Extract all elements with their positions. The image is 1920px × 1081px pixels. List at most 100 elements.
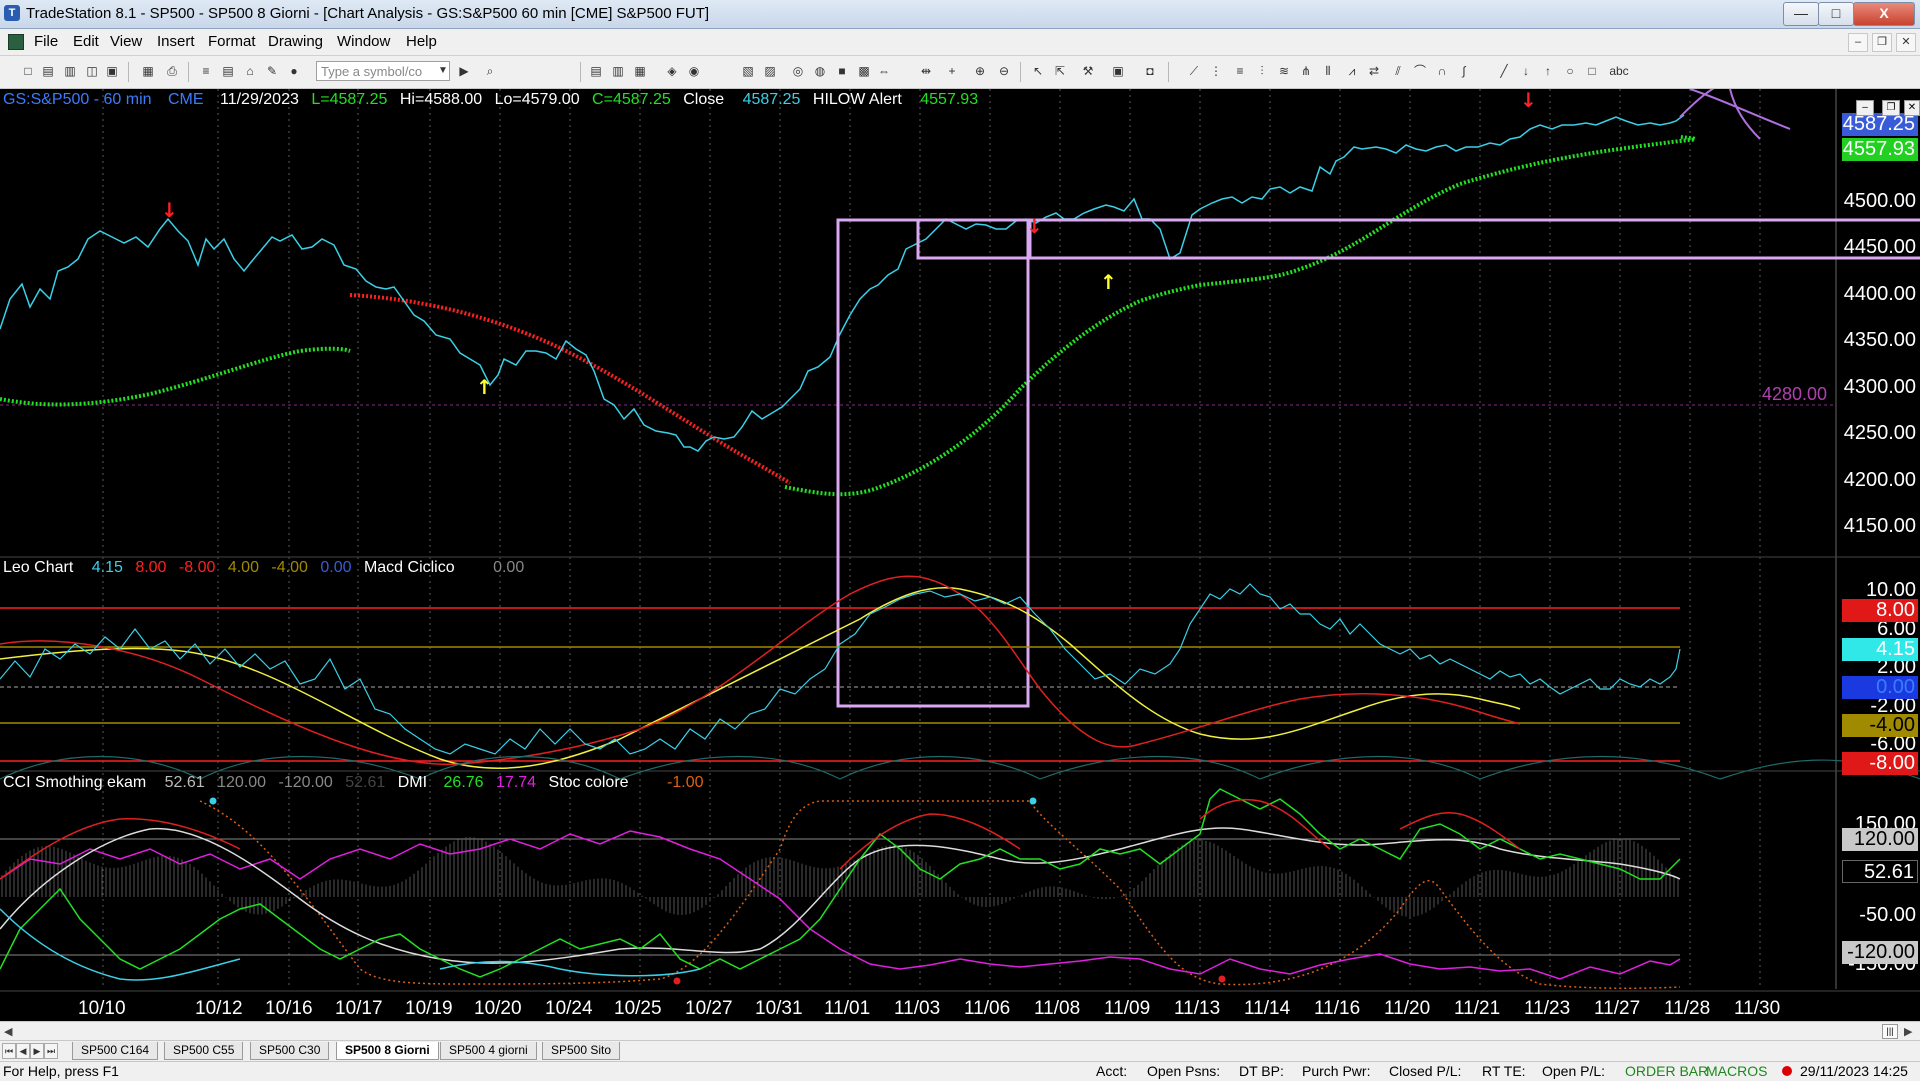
channel-icon[interactable]: ⫶: [1254, 63, 1270, 79]
print-icon[interactable]: ⎙: [164, 63, 180, 79]
maximize-button[interactable]: □: [1818, 2, 1854, 26]
pane-close-icon[interactable]: ✕: [1904, 100, 1920, 116]
ellipse-icon[interactable]: ○: [1562, 63, 1578, 79]
expand-icon[interactable]: ⇹: [918, 63, 934, 79]
tab-sp500-sito[interactable]: SP500 Sito: [542, 1042, 621, 1060]
menu-edit[interactable]: Edit: [73, 33, 99, 50]
indicator-icon[interactable]: ▩: [856, 63, 872, 79]
pane-max-icon[interactable]: ❐: [1882, 100, 1900, 116]
cycle-icon[interactable]: ∩: [1434, 63, 1450, 79]
draw-icon[interactable]: ✎: [264, 63, 280, 79]
tab-first-icon[interactable]: ⏮: [2, 1043, 16, 1059]
tradestation-app-icon[interactable]: T: [4, 5, 20, 21]
minimize-button[interactable]: —: [1783, 2, 1819, 26]
news-icon[interactable]: ▧: [740, 63, 756, 79]
order-bar-button[interactable]: ORDER BAR: [1625, 1063, 1708, 1079]
options-icon[interactable]: ◉: [686, 63, 702, 79]
mdi-restore-button[interactable]: ❐: [1872, 33, 1892, 52]
settings-icon[interactable]: ◘: [1142, 63, 1158, 79]
order-icon[interactable]: ◍: [812, 63, 828, 79]
speedline-icon[interactable]: ⫴: [1320, 63, 1336, 79]
symbol-lookup-icon[interactable]: ⌕: [482, 63, 498, 79]
tab-sp500-c30[interactable]: SP500 C30: [250, 1042, 330, 1060]
line-icon[interactable]: ╱: [1496, 63, 1512, 79]
vertical-lines-icon[interactable]: ⋮: [1208, 63, 1224, 79]
cursor-select-icon[interactable]: ⇱: [1052, 63, 1068, 79]
menu-drawing[interactable]: Drawing: [268, 33, 323, 50]
price-series-line: [0, 114, 1685, 452]
menu-format[interactable]: Format: [208, 33, 256, 50]
arrow-up-icon[interactable]: ↑: [1540, 63, 1556, 79]
mdi-close-button[interactable]: ✕: [1896, 33, 1916, 52]
fibonacci-icon[interactable]: ≋: [1276, 63, 1292, 79]
data-window-icon[interactable]: ▣: [1110, 63, 1126, 79]
zoom-out-icon[interactable]: ⊖: [996, 63, 1012, 79]
mdi-minimize-button[interactable]: –: [1848, 33, 1868, 52]
leo-red-line: [0, 575, 1521, 766]
tab-sp500-4-giorni[interactable]: SP500 4 giorni: [440, 1042, 537, 1060]
zoom-in-magnifier-icon[interactable]: ⊕: [972, 63, 988, 79]
hilow-alert-value: 4557.93: [920, 91, 979, 108]
pointer-icon[interactable]: ↖: [1030, 63, 1046, 79]
menu-help[interactable]: Help: [406, 33, 437, 50]
color-icon[interactable]: ●: [286, 63, 302, 79]
status-open-pl: Open P/L:: [1542, 1063, 1606, 1079]
pane-restore-icon[interactable]: –: [1856, 100, 1874, 116]
tab-sp500-c55[interactable]: SP500 C55: [164, 1042, 244, 1060]
tab-sp500-c164[interactable]: SP500 C164: [72, 1042, 159, 1060]
print-preview-icon[interactable]: ▦: [140, 63, 156, 79]
tab-next-icon[interactable]: ▶: [30, 1043, 44, 1059]
open-workspace-icon[interactable]: ▥: [62, 63, 78, 79]
bars-icon[interactable]: ■: [834, 63, 850, 79]
symbol-dropdown-icon[interactable]: ▼: [436, 61, 450, 81]
tab-prev-icon[interactable]: ◀: [16, 1043, 30, 1059]
scroll-right-icon[interactable]: ▶: [1904, 1025, 1912, 1038]
strategy-icon[interactable]: ◎: [790, 63, 806, 79]
quote-icon[interactable]: ▨: [762, 63, 778, 79]
arc-icon[interactable]: ⌒: [1412, 63, 1428, 79]
lock-icon[interactable]: ⌂: [242, 63, 258, 79]
andrews-pitchfork-icon[interactable]: ⋔: [1298, 63, 1314, 79]
chart-window-icon[interactable]: [8, 34, 24, 50]
menu-view[interactable]: View: [110, 33, 142, 50]
close-button[interactable]: X: [1853, 2, 1915, 26]
chart-icon[interactable]: ▤: [588, 63, 604, 79]
open-icon[interactable]: ▤: [40, 63, 56, 79]
tab-last-icon[interactable]: ⏭: [44, 1043, 58, 1059]
save-icon[interactable]: ▣: [104, 63, 120, 79]
trendline-icon[interactable]: ⟋: [1186, 63, 1202, 79]
matrix-icon[interactable]: ▦: [632, 63, 648, 79]
scanner-icon[interactable]: ◈: [664, 63, 680, 79]
zoom-in-icon[interactable]: +: [944, 63, 960, 79]
chart-analysis-window[interactable]: ↓ ↓ ↓ ↑ ↑ GS:S&P500 - 60 min CME 11/29/2…: [0, 89, 1920, 1021]
menu-window[interactable]: Window: [337, 33, 390, 50]
tools-icon[interactable]: ⚒: [1080, 63, 1096, 79]
format-icon[interactable]: ▤: [220, 63, 236, 79]
symbol-input[interactable]: Type a symbol/co: [316, 61, 450, 81]
regression-icon[interactable]: ⩘: [1344, 63, 1360, 79]
horizontal-lines-icon[interactable]: ≡: [1232, 63, 1248, 79]
price-chart-canvas[interactable]: ↓ ↓ ↓ ↑ ↑: [0, 89, 1920, 1021]
menu-file[interactable]: File: [34, 33, 58, 50]
menu-insert[interactable]: Insert: [157, 33, 195, 50]
dmi-value-1: 26.76: [443, 774, 484, 791]
rectangle-icon[interactable]: □: [1584, 63, 1600, 79]
new-window-icon[interactable]: ◫: [84, 63, 100, 79]
text-icon[interactable]: abc: [1608, 63, 1630, 79]
dmi-magenta-line: [0, 830, 1681, 980]
compress-icon[interactable]: ⇔: [876, 63, 892, 79]
scroll-thumb[interactable]: |||: [1882, 1024, 1898, 1039]
ray-icon[interactable]: ⇄: [1366, 63, 1382, 79]
freehand-icon[interactable]: ∫: [1456, 63, 1472, 79]
go-arrow-icon[interactable]: ▶: [456, 63, 472, 79]
macros-button[interactable]: MACROS: [1706, 1063, 1767, 1079]
scroll-left-icon[interactable]: ◀: [4, 1025, 12, 1038]
radar-icon[interactable]: ▥: [610, 63, 626, 79]
support-curve-green: [0, 346, 351, 407]
new-icon[interactable]: □: [20, 63, 36, 79]
arrow-down-icon[interactable]: ↓: [1518, 63, 1534, 79]
horizontal-scrollbar[interactable]: ◀ ||| ▶: [0, 1021, 1920, 1040]
tab-sp500-8-giorni[interactable]: SP500 8 Giorni: [336, 1042, 439, 1060]
properties-icon[interactable]: ≡: [198, 63, 214, 79]
gann-fan-icon[interactable]: ⫽: [1390, 63, 1406, 79]
